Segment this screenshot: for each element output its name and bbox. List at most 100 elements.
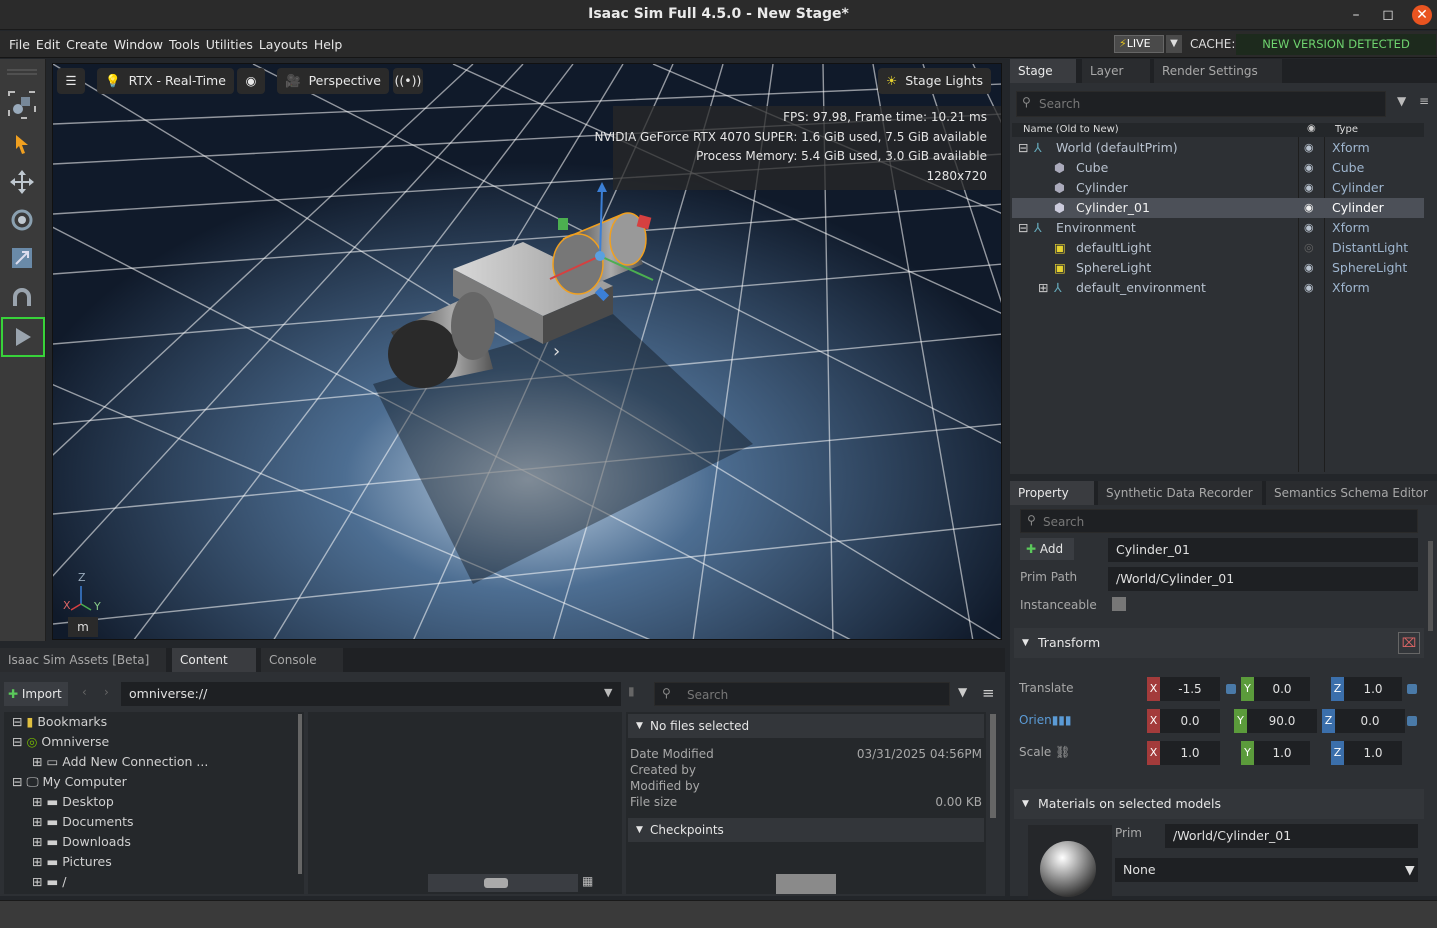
back-icon[interactable]: ‹: [82, 685, 87, 699]
add-button[interactable]: ✚ Add: [1020, 538, 1074, 560]
tree-item-downloads[interactable]: ⊞ ▬ Downloads: [32, 832, 131, 852]
tree-row[interactable]: ▣ defaultLight ◎ DistantLight: [1010, 238, 1422, 258]
scale-z[interactable]: 1.0: [1344, 741, 1402, 765]
move-icon[interactable]: [6, 166, 38, 198]
orient-label[interactable]: Orien▮▮▮: [1019, 713, 1072, 727]
menu-help[interactable]: Help: [311, 31, 346, 58]
scale-icon[interactable]: [6, 242, 38, 274]
eye-icon[interactable]: ◉: [1304, 138, 1314, 158]
expand-icon[interactable]: ⊞: [32, 814, 42, 829]
snap-magnet-icon[interactable]: [6, 282, 38, 314]
rotate-icon[interactable]: [6, 204, 38, 236]
eye-icon[interactable]: ◉: [1304, 218, 1314, 238]
tree-row[interactable]: ⬢ Cylinder ◉ Cylinder: [1010, 178, 1422, 198]
tree-item-bookmarks[interactable]: ⊟ ▮ Bookmarks: [12, 712, 107, 732]
key-icon[interactable]: [1407, 684, 1417, 694]
eye-icon[interactable]: ◉: [1304, 258, 1314, 278]
menu-utilities[interactable]: Utilities: [203, 31, 256, 58]
expand-icon[interactable]: ⊞: [32, 834, 42, 849]
gizmo-mode-label[interactable]: m: [68, 617, 98, 637]
tree-item-omniverse[interactable]: ⊟ ◎ Omniverse: [12, 732, 109, 752]
scrollbar[interactable]: [990, 714, 996, 818]
menu-create[interactable]: Create: [63, 31, 111, 58]
material-select[interactable]: None ▼: [1115, 858, 1418, 882]
scrollbar[interactable]: [1428, 541, 1433, 631]
viewport[interactable]: › Z X Y m ☰ 💡 RTX - Real-Time ◉ 🎥 Perspe…: [52, 63, 1002, 640]
tab-content[interactable]: Content: [172, 648, 256, 672]
toolbar-grip-icon[interactable]: [6, 63, 38, 83]
tree-item-pictures[interactable]: ⊞ ▬ Pictures: [32, 852, 112, 872]
tab-synthetic-data-recorder[interactable]: Synthetic Data Recorder: [1098, 481, 1262, 505]
orient-z[interactable]: 0.0: [1335, 709, 1405, 733]
live-button[interactable]: ⚡LIVE: [1114, 35, 1164, 53]
tree-row-selected[interactable]: ⬢ Cylinder_01 ◉ Cylinder: [1012, 198, 1424, 218]
instanceable-checkbox[interactable]: [1112, 597, 1126, 611]
cache-status[interactable]: NEW VERSION DETECTED: [1236, 34, 1436, 55]
menu-edit[interactable]: Edit: [33, 31, 63, 58]
scale-y[interactable]: 1.0: [1254, 741, 1310, 765]
translate-y[interactable]: 0.0: [1254, 677, 1310, 701]
expand-icon[interactable]: ⊞: [32, 874, 42, 889]
maximize-button[interactable]: ◻: [1378, 5, 1398, 25]
zoom-slider-thumb[interactable]: [484, 878, 508, 888]
tree-row[interactable]: ⬢ Cube ◉ Cube: [1010, 158, 1422, 178]
path-input[interactable]: omniverse://: [121, 682, 621, 706]
expand-icon[interactable]: ⊞: [32, 754, 42, 769]
bookmark-icon[interactable]: ▮: [628, 684, 635, 698]
collapse-icon[interactable]: ⊟: [1018, 218, 1028, 238]
property-search-input[interactable]: Search: [1020, 509, 1418, 533]
tab-console[interactable]: Console: [261, 648, 343, 672]
translate-x[interactable]: -1.5: [1160, 677, 1220, 701]
prim-name-field[interactable]: Cylinder_01: [1108, 538, 1418, 562]
key-icon[interactable]: [1407, 716, 1417, 726]
tree-row[interactable]: ⊟ ⅄ World (defaultPrim) ◉ Xform: [1010, 138, 1422, 158]
select-arrow-icon[interactable]: [6, 128, 38, 160]
stage-search-input[interactable]: Search: [1016, 91, 1386, 117]
orient-y[interactable]: 90.0: [1247, 709, 1317, 733]
transform-header[interactable]: ▼ Transform ⌧: [1014, 628, 1424, 658]
menu-tools[interactable]: Tools: [166, 31, 203, 58]
minimize-button[interactable]: –: [1346, 5, 1366, 25]
tree-item-add-connection[interactable]: ⊞ ▭ Add New Connection ...: [32, 752, 208, 772]
tree-item-my-computer[interactable]: ⊟ 🖵 My Computer: [12, 772, 127, 792]
viewport-settings-button[interactable]: ☰: [57, 68, 85, 94]
eye-icon[interactable]: ◉: [1304, 278, 1314, 298]
collapse-icon[interactable]: ⊟: [1018, 138, 1028, 158]
close-button[interactable]: ✕: [1412, 5, 1432, 25]
col-type[interactable]: Type: [1335, 124, 1358, 135]
checkpoints-header[interactable]: ▼ Checkpoints: [628, 818, 984, 842]
collapse-icon[interactable]: ⊟: [12, 774, 22, 789]
scale-x[interactable]: 1.0: [1160, 741, 1220, 765]
grid-view-icon[interactable]: ▦: [582, 874, 593, 888]
eye-icon[interactable]: ◉: [1304, 198, 1314, 218]
menu-icon[interactable]: ≡: [1419, 94, 1429, 108]
zoom-slider[interactable]: [428, 874, 578, 892]
dropdown-arrow-icon[interactable]: ▼: [604, 686, 612, 699]
orient-x[interactable]: 0.0: [1160, 709, 1220, 733]
play-button[interactable]: [1, 317, 45, 357]
import-button[interactable]: ✚ Import: [4, 682, 68, 706]
eye-icon[interactable]: ◉: [1304, 178, 1314, 198]
collapse-icon[interactable]: ⊟: [12, 734, 22, 749]
file-grid[interactable]: ▦: [308, 712, 622, 894]
tree-row[interactable]: ▣ SphereLight ◉ SphereLight: [1010, 258, 1422, 278]
tree-row[interactable]: ⊞ ⅄ default_environment ◉ Xform: [1010, 278, 1422, 298]
menu-layouts[interactable]: Layouts: [256, 31, 311, 58]
content-search-input[interactable]: Search: [654, 682, 950, 706]
stage-lights-button[interactable]: ☀ Stage Lights: [878, 68, 992, 94]
filter-icon[interactable]: ▼: [1397, 94, 1406, 108]
details-header[interactable]: ▼ No files selected: [628, 714, 984, 738]
select-mode-icon[interactable]: [6, 89, 38, 121]
translate-z[interactable]: 1.0: [1344, 677, 1402, 701]
tree-item-documents[interactable]: ⊞ ▬ Documents: [32, 812, 134, 832]
expand-icon[interactable]: ⊞: [1038, 278, 1048, 298]
key-icon[interactable]: [1226, 684, 1236, 694]
col-name[interactable]: Name (Old to New): [1023, 124, 1119, 135]
live-dropdown[interactable]: ▼: [1166, 35, 1182, 53]
tab-stage[interactable]: Stage: [1010, 59, 1076, 83]
expand-icon[interactable]: ⊞: [32, 794, 42, 809]
renderer-button[interactable]: 💡 RTX - Real-Time: [97, 68, 234, 94]
tab-layer[interactable]: Layer: [1082, 59, 1150, 83]
materials-header[interactable]: ▼ Materials on selected models: [1014, 789, 1424, 819]
camera-button[interactable]: 🎥 Perspective: [277, 68, 389, 94]
